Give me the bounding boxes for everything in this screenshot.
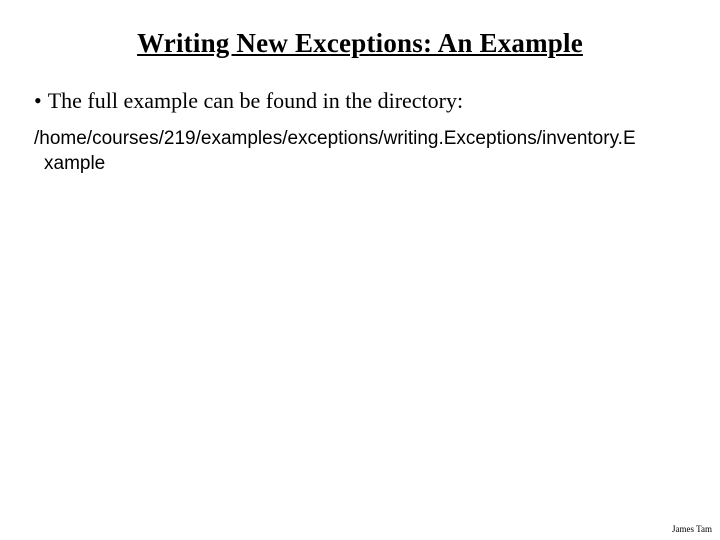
slide-container: Writing New Exceptions: An Example • The… [0, 0, 720, 540]
bullet-item: • The full example can be found in the d… [30, 87, 690, 116]
footer-author: James Tam [672, 524, 712, 534]
path-line-2: xample [34, 151, 690, 177]
slide-title: Writing New Exceptions: An Example [30, 28, 690, 59]
bullet-marker: • [34, 87, 42, 116]
bullet-text: The full example can be found in the dir… [48, 87, 463, 116]
path-line-1: /home/courses/219/examples/exceptions/wr… [34, 126, 690, 152]
path-block: /home/courses/219/examples/exceptions/wr… [30, 126, 690, 177]
